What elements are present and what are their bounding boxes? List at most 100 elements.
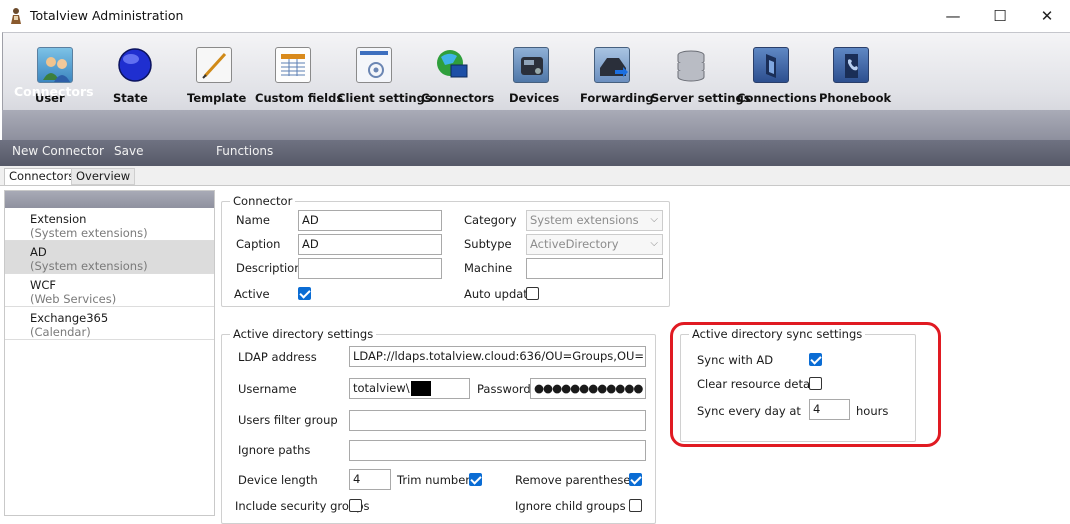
ribbon-custom-fields-label: Custom fields bbox=[255, 91, 344, 105]
action-bar: New Connector Save Functions bbox=[0, 140, 1070, 166]
ribbon-client-settings-label: Client settings bbox=[337, 91, 432, 105]
active-label: Active bbox=[234, 287, 270, 301]
template-icon bbox=[196, 47, 232, 83]
users-filter-group-label: Users filter group bbox=[238, 413, 338, 427]
subtype-label: Subtype bbox=[464, 237, 512, 251]
window-title: Totalview Administration bbox=[30, 8, 184, 23]
ribbon-devices-label: Devices bbox=[509, 91, 560, 105]
functions-menu[interactable]: Functions bbox=[216, 144, 273, 158]
connector-list-header bbox=[5, 191, 214, 208]
active-checkbox[interactable] bbox=[298, 287, 311, 300]
devices-icon bbox=[513, 47, 549, 83]
ribbon-section-label: Connectors bbox=[14, 84, 94, 99]
list-item[interactable]: Exchange365 (Calendar) bbox=[5, 307, 214, 340]
ribbon-connectors-label: Connectors bbox=[421, 91, 495, 105]
ignore-paths-label: Ignore paths bbox=[238, 443, 311, 457]
auto-update-checkbox[interactable] bbox=[526, 287, 539, 300]
caption-field[interactable]: AD bbox=[298, 234, 442, 255]
subtype-value: ActiveDirectory bbox=[530, 237, 619, 251]
user-icon bbox=[37, 47, 73, 83]
chevron-down-icon: ⌵ bbox=[650, 238, 658, 249]
client-settings-icon bbox=[356, 47, 392, 83]
connector-group-title: Connector bbox=[230, 194, 296, 208]
ribbon-forwarding-label: Forwarding bbox=[580, 91, 654, 105]
device-length-label: Device length bbox=[238, 473, 318, 487]
ribbon-forwarding-button[interactable]: Forwarding bbox=[580, 47, 654, 111]
app-logo-icon bbox=[11, 8, 21, 24]
ribbon-phonebook-button[interactable]: Phonebook bbox=[819, 47, 891, 111]
list-item-name: Exchange365 bbox=[30, 311, 109, 325]
ignore-child-groups-label: Ignore child groups bbox=[515, 499, 626, 513]
ribbon-user-button[interactable]: User bbox=[35, 47, 75, 111]
minimize-button[interactable]: — bbox=[930, 0, 976, 32]
username-label: Username bbox=[238, 382, 297, 396]
ribbon-phonebook-label: Phonebook bbox=[819, 91, 892, 105]
connector-list: Extension (System extensions) AD (System… bbox=[4, 190, 215, 516]
name-field[interactable]: AD bbox=[298, 210, 442, 231]
ribbon-devices-button[interactable]: Devices bbox=[509, 47, 559, 111]
ribbon-state-button[interactable]: State bbox=[113, 47, 157, 111]
save-button[interactable]: Save bbox=[114, 144, 143, 158]
category-select[interactable]: System extensions ⌵ bbox=[526, 210, 663, 231]
chevron-down-icon: ⌵ bbox=[650, 214, 658, 225]
forwarding-icon bbox=[594, 47, 630, 83]
redaction-block bbox=[411, 381, 432, 396]
title-bar: Totalview Administration — ☐ ✕ bbox=[0, 0, 1070, 32]
description-label: Description bbox=[236, 261, 302, 275]
username-field[interactable]: totalview\ bbox=[349, 378, 470, 399]
remove-parentheses-label: Remove parentheses bbox=[515, 473, 637, 487]
custom-fields-icon bbox=[275, 47, 311, 83]
category-label: Category bbox=[464, 213, 517, 227]
maximize-button[interactable]: ☐ bbox=[977, 0, 1023, 32]
auto-update-label: Auto update bbox=[464, 287, 535, 301]
machine-field[interactable] bbox=[526, 258, 663, 279]
name-label: Name bbox=[236, 213, 270, 227]
list-item[interactable]: WCF (Web Services) bbox=[5, 274, 214, 307]
ldap-address-label: LDAP address bbox=[238, 350, 317, 364]
trim-numbers-label: Trim numbers bbox=[397, 473, 476, 487]
ldap-address-field[interactable]: LDAP://ldaps.totalview.cloud:636/OU=Grou… bbox=[349, 346, 646, 367]
state-icon bbox=[117, 47, 153, 83]
server-settings-icon bbox=[673, 47, 709, 83]
description-field[interactable] bbox=[298, 258, 442, 279]
password-label: Password bbox=[477, 382, 531, 396]
trim-numbers-checkbox[interactable] bbox=[469, 473, 482, 486]
connectors-icon bbox=[435, 47, 471, 83]
ribbon-connections-button[interactable]: Connections bbox=[737, 47, 817, 111]
new-connector-button[interactable]: New Connector bbox=[12, 144, 104, 158]
caption-label: Caption bbox=[236, 237, 281, 251]
device-length-field[interactable]: 4 bbox=[349, 469, 391, 490]
ignore-child-groups-checkbox[interactable] bbox=[629, 499, 642, 512]
phonebook-icon bbox=[833, 47, 869, 83]
list-item[interactable]: Extension (System extensions) bbox=[5, 208, 214, 241]
ad-settings-group-title: Active directory settings bbox=[230, 327, 377, 341]
ribbon-server-settings-button[interactable]: Server settings bbox=[651, 47, 751, 111]
machine-label: Machine bbox=[464, 261, 513, 275]
ribbon-template-button[interactable]: Template bbox=[187, 47, 246, 111]
subtype-select[interactable]: ActiveDirectory ⌵ bbox=[526, 234, 663, 255]
tab-overview[interactable]: Overview bbox=[71, 168, 136, 185]
ribbon-connectors-button[interactable]: Connectors bbox=[421, 47, 494, 111]
highlight-annotation bbox=[670, 322, 941, 447]
remove-parentheses-checkbox[interactable] bbox=[629, 473, 642, 486]
list-item-name: WCF bbox=[30, 278, 57, 292]
list-item-sub: (Web Services) bbox=[30, 292, 117, 306]
ribbon-template-label: Template bbox=[187, 91, 247, 105]
ribbon-custom-fields-button[interactable]: Custom fields bbox=[255, 47, 343, 111]
username-value: totalview\ bbox=[353, 381, 410, 395]
list-item-name: Extension bbox=[30, 212, 87, 226]
ribbon-server-settings-label: Server settings bbox=[651, 91, 751, 105]
ribbon-state-label: State bbox=[113, 91, 148, 105]
password-field[interactable]: ●●●●●●●●●●●● bbox=[530, 378, 646, 399]
list-item-sub: (System extensions) bbox=[30, 259, 148, 273]
users-filter-group-field[interactable] bbox=[349, 410, 646, 431]
ribbon-connections-label: Connections bbox=[737, 91, 817, 105]
ribbon-client-settings-button[interactable]: Client settings bbox=[337, 47, 432, 111]
include-security-groups-checkbox[interactable] bbox=[349, 499, 362, 512]
close-button[interactable]: ✕ bbox=[1024, 0, 1070, 32]
list-item-sub: (Calendar) bbox=[30, 325, 91, 339]
tab-connectors[interactable]: Connectors bbox=[4, 168, 80, 185]
list-item[interactable]: AD (System extensions) bbox=[5, 241, 214, 274]
ignore-paths-field[interactable] bbox=[349, 440, 646, 461]
category-value: System extensions bbox=[530, 213, 639, 227]
